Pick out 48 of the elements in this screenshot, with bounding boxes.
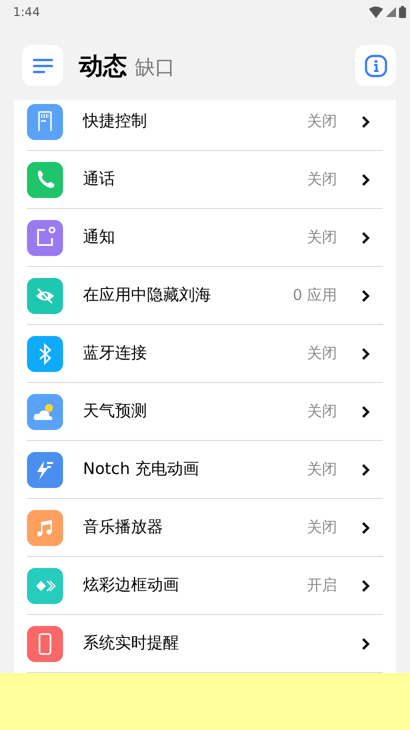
- row-status: 关闭: [307, 460, 337, 479]
- settings-row[interactable]: 快捷控制 关闭: [27, 100, 383, 151]
- chevron-icon: [361, 404, 370, 418]
- chevron-icon: [361, 462, 370, 476]
- row-status: 关闭: [307, 170, 337, 189]
- settings-row[interactable]: 音乐播放器 关闭: [27, 499, 383, 557]
- chevron-icon: [361, 636, 370, 650]
- settings-row[interactable]: 通话 关闭: [27, 151, 383, 209]
- row-status: 关闭: [307, 112, 337, 131]
- chevron-icon: [361, 578, 370, 592]
- row-status: 开启: [307, 576, 337, 595]
- menu-icon: [32, 58, 54, 74]
- info-button[interactable]: [355, 45, 396, 86]
- status-time: 1:44: [13, 5, 41, 19]
- row-label: Notch 充电动画: [83, 459, 200, 480]
- battery-icon: [399, 6, 406, 18]
- chevron-icon: [361, 288, 370, 302]
- row-status: 0 应用: [292, 286, 337, 305]
- row-status: 关闭: [307, 402, 337, 421]
- page-title: 动态: [79, 50, 127, 82]
- chevron-icon: [361, 346, 370, 360]
- chevron-icon: [361, 520, 370, 534]
- info-icon: [364, 54, 388, 78]
- row-status: 关闭: [307, 344, 337, 363]
- page-subtitle: 缺口: [135, 54, 175, 80]
- settings-row[interactable]: Notch 充电动画 关闭: [27, 441, 383, 499]
- menu-button[interactable]: [22, 45, 63, 86]
- settings-row[interactable]: 在应用中隐藏刘海 0 应用: [27, 267, 383, 325]
- row-status: 关闭: [307, 228, 337, 247]
- row-label: 在应用中隐藏刘海: [83, 285, 212, 306]
- row-status: 关闭: [307, 518, 337, 537]
- settings-row[interactable]: 蓝牙连接 关闭: [27, 325, 383, 383]
- settings-row[interactable]: 炫彩边框动画 开启: [27, 557, 383, 615]
- chevron-icon: [361, 114, 370, 128]
- row-label: 通话: [83, 169, 116, 190]
- settings-row[interactable]: 通知 关闭: [27, 209, 383, 267]
- row-label: 通知: [83, 227, 116, 248]
- chevron-icon: [361, 230, 370, 244]
- chevron-icon: [361, 172, 370, 186]
- row-label: 快捷控制: [83, 111, 148, 132]
- settings-row[interactable]: 天气预测 关闭: [27, 383, 383, 441]
- row-label: 蓝牙连接: [83, 343, 148, 364]
- row-label: 天气预测: [83, 401, 148, 422]
- wifi-icon: [369, 6, 383, 18]
- row-label: 炫彩边框动画: [83, 575, 180, 596]
- row-label: 系统实时提醒: [83, 633, 180, 654]
- row-label: 音乐播放器: [83, 517, 164, 538]
- signal-icon: [386, 7, 396, 17]
